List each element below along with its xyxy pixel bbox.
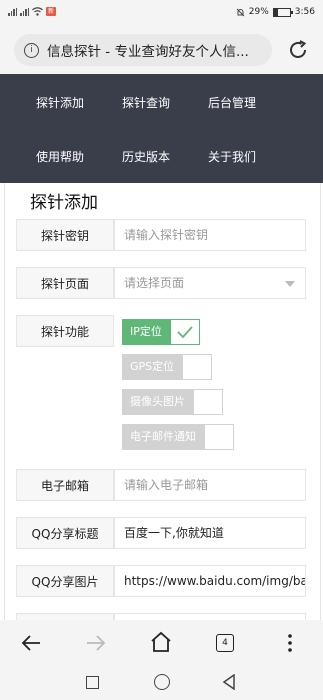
checkbox-camera-image[interactable]: 摄像头图片 bbox=[122, 389, 223, 415]
nav-item-history[interactable]: 历史版本 bbox=[122, 148, 170, 165]
checkbox-ip-location-label: IP定位 bbox=[122, 319, 170, 345]
checkmark-icon bbox=[177, 326, 193, 339]
probe-page-select[interactable]: 请选择页面 bbox=[114, 267, 306, 299]
checkbox-ip-location[interactable]: IP定位 bbox=[122, 319, 200, 345]
checkbox-email-notify-label: 电子邮件通知 bbox=[122, 424, 204, 450]
checkbox-email-notify-box bbox=[204, 424, 234, 450]
signal-2-icon bbox=[20, 7, 29, 16]
email-label: 电子邮箱 bbox=[16, 469, 114, 501]
signal-icon bbox=[8, 7, 17, 16]
info-icon[interactable]: i bbox=[24, 42, 39, 58]
address-bar[interactable]: i 信息探针 - 专业查询好友个人信... bbox=[14, 34, 272, 66]
probe-features-label: 探针功能 bbox=[16, 315, 114, 347]
status-bar: 新 29% 3:56 bbox=[0, 0, 323, 26]
home-circle-icon[interactable] bbox=[154, 674, 170, 690]
recents-icon[interactable] bbox=[86, 676, 99, 689]
qq-share-title-input[interactable]: 百度一下,你就知道 bbox=[114, 517, 306, 549]
chevron-down-icon bbox=[285, 281, 295, 287]
checkbox-gps-location-label: GPS定位 bbox=[122, 354, 183, 380]
checkbox-camera-image-box bbox=[193, 389, 223, 415]
wifi-icon bbox=[32, 7, 43, 16]
checkbox-gps-location[interactable]: GPS定位 bbox=[122, 354, 213, 380]
notification-badge: 新 bbox=[46, 7, 56, 16]
checkbox-gps-location-box bbox=[182, 354, 213, 380]
nav-item-about[interactable]: 关于我们 bbox=[208, 148, 256, 165]
qq-share-image-input[interactable]: https://www.baidu.com/img/baidu_jgylogo3… bbox=[114, 565, 306, 597]
reload-icon[interactable] bbox=[287, 39, 309, 61]
system-nav-bar bbox=[0, 666, 323, 700]
probe-page-select-text: 请选择页面 bbox=[124, 276, 185, 290]
battery-icon bbox=[272, 7, 293, 17]
forward-arrow-icon[interactable] bbox=[85, 632, 107, 654]
clock: 3:56 bbox=[294, 7, 315, 17]
mute-bell-icon bbox=[236, 8, 245, 16]
main-nav: 探针添加 探针查询 后台管理 使用帮助 历史版本 关于我们 bbox=[0, 74, 323, 183]
home-icon[interactable] bbox=[149, 630, 173, 654]
nav-item-probe-query[interactable]: 探针查询 bbox=[122, 94, 170, 111]
section-title: 探针添加 bbox=[26, 188, 102, 213]
page-title-url[interactable]: 信息探针 - 专业查询好友个人信... bbox=[47, 40, 269, 60]
back-triangle-icon[interactable] bbox=[222, 674, 236, 690]
tabs-count-button[interactable]: 4 bbox=[216, 634, 234, 652]
nav-item-probe-add[interactable]: 探针添加 bbox=[36, 94, 84, 111]
checkbox-ip-location-box bbox=[169, 319, 200, 345]
more-menu-icon[interactable] bbox=[283, 632, 297, 654]
nav-item-help[interactable]: 使用帮助 bbox=[36, 148, 84, 165]
status-left: 新 bbox=[8, 7, 56, 16]
checkbox-email-notify[interactable]: 电子邮件通知 bbox=[122, 424, 234, 450]
qq-share-image-label: QQ分享图片 bbox=[16, 565, 114, 597]
email-input[interactable]: 请输入电子邮箱 bbox=[114, 469, 306, 501]
nav-item-admin[interactable]: 后台管理 bbox=[208, 94, 256, 111]
back-arrow-icon[interactable] bbox=[20, 632, 42, 654]
battery-percent: 29% bbox=[248, 7, 269, 17]
status-right: 29% 3:56 bbox=[236, 7, 315, 17]
probe-key-label: 探针密钥 bbox=[16, 219, 114, 251]
qq-share-title-label: QQ分享标题 bbox=[16, 517, 114, 549]
probe-key-input[interactable]: 请输入探针密钥 bbox=[114, 219, 306, 251]
checkbox-camera-image-label: 摄像头图片 bbox=[122, 389, 193, 415]
browser-toolbar: i 信息探针 - 专业查询好友个人信... bbox=[0, 26, 323, 74]
probe-page-label: 探针页面 bbox=[16, 267, 114, 299]
browser-bottom-bar bbox=[0, 620, 323, 666]
